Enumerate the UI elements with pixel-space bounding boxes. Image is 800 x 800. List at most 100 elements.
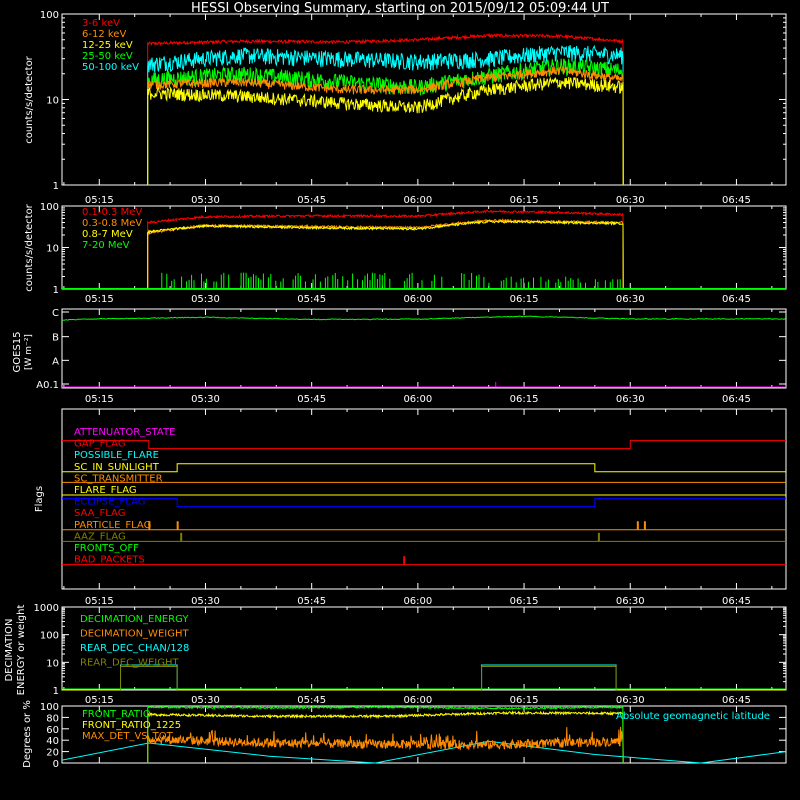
panel3-ylabel2: [W m⁻²] bbox=[24, 334, 34, 370]
panel3-frame bbox=[61, 308, 787, 389]
panel3-ytick-label: C bbox=[52, 308, 59, 319]
panel6-legend-1: FRONT_RATIO_1225 bbox=[82, 720, 181, 731]
panel2-xtick-label: 06:45 bbox=[722, 294, 751, 305]
summary-plot: 11010005:15 05:30 05:45 06:00 06:15 06:30 06:4… bbox=[4, 10, 787, 770]
panel4-flag-line-1 bbox=[62, 440, 786, 450]
panel3-goes-line bbox=[61, 315, 786, 321]
panel3-xtick-label: 06:45 bbox=[722, 394, 751, 405]
panel5-rear-dec-chan bbox=[62, 664, 786, 690]
panel5-xtick-label: 06:15 bbox=[510, 695, 539, 706]
panel4-flag-line-3 bbox=[62, 463, 786, 473]
panel1-legend-0: 3-6 keV bbox=[82, 18, 120, 29]
panel3-xtick-label: 05:45 bbox=[297, 394, 326, 405]
panel5-xtick-label: 06:30 bbox=[616, 695, 645, 706]
panel1-ytick-label: 100 bbox=[40, 10, 59, 21]
panel1-legend-2: 12-25 keV bbox=[82, 40, 133, 51]
panel1-legend-3: 25-50 keV bbox=[82, 51, 133, 62]
panel6-ytick-label: 80 bbox=[46, 713, 59, 724]
panel2-ylabel: counts/s/detector bbox=[24, 203, 35, 291]
panel3-xtick-label: 05:15 bbox=[85, 394, 114, 405]
panel2-xtick-label: 06:30 bbox=[616, 294, 645, 305]
panel2-series-2 bbox=[147, 219, 624, 290]
panel4-flag-label-9: AAZ_FLAG bbox=[74, 531, 126, 542]
panel6-annotation: Absolute geomagnetic latitude bbox=[616, 711, 770, 722]
panel3-xtick-label: 05:30 bbox=[191, 394, 220, 405]
panel1-xtick-label: 06:45 bbox=[722, 195, 751, 206]
panel5-ytick-label: 10 bbox=[46, 658, 59, 669]
panel1-ytick-label: 10 bbox=[46, 96, 59, 107]
panel4-xtick-label: 05:15 bbox=[85, 596, 114, 607]
panel1-legend-4: 50-100 keV bbox=[82, 62, 139, 73]
panel1-xtick-label: 06:30 bbox=[616, 195, 645, 206]
panel5-legend-0: DECIMATION_ENERGY bbox=[80, 614, 189, 625]
panel1-xtick-label: 05:45 bbox=[297, 195, 326, 206]
panel1-xtick-label: 06:00 bbox=[403, 195, 432, 206]
panel3-xtick-label: 06:15 bbox=[510, 394, 539, 405]
panel4-flag-label-0: ATTENUATOR_STATE bbox=[74, 427, 175, 438]
panel5-rear-dec-weight bbox=[62, 666, 786, 691]
panel2-legend-3: 7-20 MeV bbox=[82, 240, 130, 251]
panel2-xtick-label: 06:15 bbox=[510, 294, 539, 305]
panel5-ytick-label: 100 bbox=[40, 631, 59, 642]
panel2-xtick-label: 05:15 bbox=[85, 294, 114, 305]
panel1-legend-1: 6-12 keV bbox=[82, 29, 126, 40]
panel6-ytick-label: 20 bbox=[46, 748, 59, 759]
panel5-xtick-label: 05:30 bbox=[191, 695, 220, 706]
panel6-legend-2: MAX_DET_VS_TOT bbox=[82, 731, 174, 742]
panel2-ytick-label: 10 bbox=[46, 244, 59, 255]
panel3-xtick-label: 06:00 bbox=[403, 394, 432, 405]
panel4-flag-label-8: PARTICLE_FLAG bbox=[74, 520, 151, 531]
panel4-flag-line-9 bbox=[62, 532, 786, 542]
panel4-flag-label-7: SAA_FLAG bbox=[74, 508, 125, 519]
panel6-ytick-label: 0 bbox=[53, 759, 59, 770]
panel6-ytick-label: 40 bbox=[46, 736, 59, 747]
panel6-ylabel: Degrees or % bbox=[22, 700, 33, 768]
panel2-legend-1: 0.3-0.8 MeV bbox=[82, 218, 142, 229]
panel4-flag-line-11 bbox=[62, 556, 786, 566]
panel4-flag-label-3: SC_IN_SUNLIGHT bbox=[74, 462, 160, 473]
panel2-series-0 bbox=[147, 209, 624, 290]
panel2-xtick-label: 05:45 bbox=[297, 294, 326, 305]
panel4-xtick-label: 05:30 bbox=[191, 596, 220, 607]
panel4-xtick-label: 05:45 bbox=[297, 596, 326, 607]
panel4-xtick-label: 06:15 bbox=[510, 596, 539, 607]
panel4-ylabel: Flags bbox=[34, 486, 45, 512]
panel4-xtick-label: 06:30 bbox=[616, 596, 645, 607]
panel6-ytick-label: 100 bbox=[40, 702, 59, 713]
panel3-ytick-label: A bbox=[52, 356, 59, 367]
panel2-series-3 bbox=[161, 272, 621, 289]
panel1-xtick-label: 05:15 bbox=[85, 195, 114, 206]
panel5-xtick-label: 05:15 bbox=[85, 695, 114, 706]
panel6-ytick-label: 60 bbox=[46, 725, 59, 736]
panel5-xtick-label: 06:45 bbox=[722, 695, 751, 706]
panel3-ytick-label: B bbox=[52, 333, 59, 344]
panel1-xtick-label: 05:30 bbox=[191, 195, 220, 206]
panel2-legend-2: 0.8-7 MeV bbox=[82, 229, 133, 240]
panel1-xtick-label: 06:15 bbox=[510, 195, 539, 206]
panel4-flag-label-5: FLARE_FLAG bbox=[74, 485, 137, 496]
panel2-legend-0: 0.1-0.3 MeV bbox=[82, 207, 142, 218]
panel2-series-1 bbox=[147, 217, 624, 290]
panel4-flag-line-6 bbox=[62, 498, 786, 508]
panel4-flag-label-11: BAD_PACKETS bbox=[74, 555, 145, 566]
panel6-legend-0: FRONT_RATIO bbox=[82, 709, 151, 720]
panel4-xtick-label: 06:00 bbox=[403, 596, 432, 607]
panel4-xtick-label: 06:45 bbox=[722, 596, 751, 607]
panel5-ylabel: DECIMATION bbox=[4, 618, 15, 681]
panel4-flag-label-2: POSSIBLE_FLARE bbox=[74, 450, 159, 461]
panel5-ylabel2: ENERGY or weight bbox=[16, 605, 27, 696]
panel5-legend-2: REAR_DEC_CHAN/128 bbox=[80, 643, 189, 654]
panel2-ytick-label: 1 bbox=[53, 285, 59, 296]
panel2-frame bbox=[61, 205, 787, 290]
panel1-ylabel: counts/s/detector bbox=[24, 55, 35, 143]
panel2-xtick-label: 06:00 bbox=[403, 294, 432, 305]
panel5-xtick-label: 05:45 bbox=[297, 695, 326, 706]
panel6-front-ratio-1225 bbox=[147, 710, 624, 764]
panel5-legend-3: REAR_DEC_WEIGHT bbox=[80, 658, 179, 669]
panel4-flag-label-10: FRONTS_OFF bbox=[74, 543, 139, 554]
panel1-series-3 bbox=[147, 58, 624, 186]
panel6-max-det-vs-tot bbox=[147, 726, 624, 764]
panel3-xtick-label: 06:30 bbox=[616, 394, 645, 405]
panel4-flag-line-8 bbox=[62, 521, 786, 531]
panel2-ytick-label: 100 bbox=[40, 202, 59, 213]
